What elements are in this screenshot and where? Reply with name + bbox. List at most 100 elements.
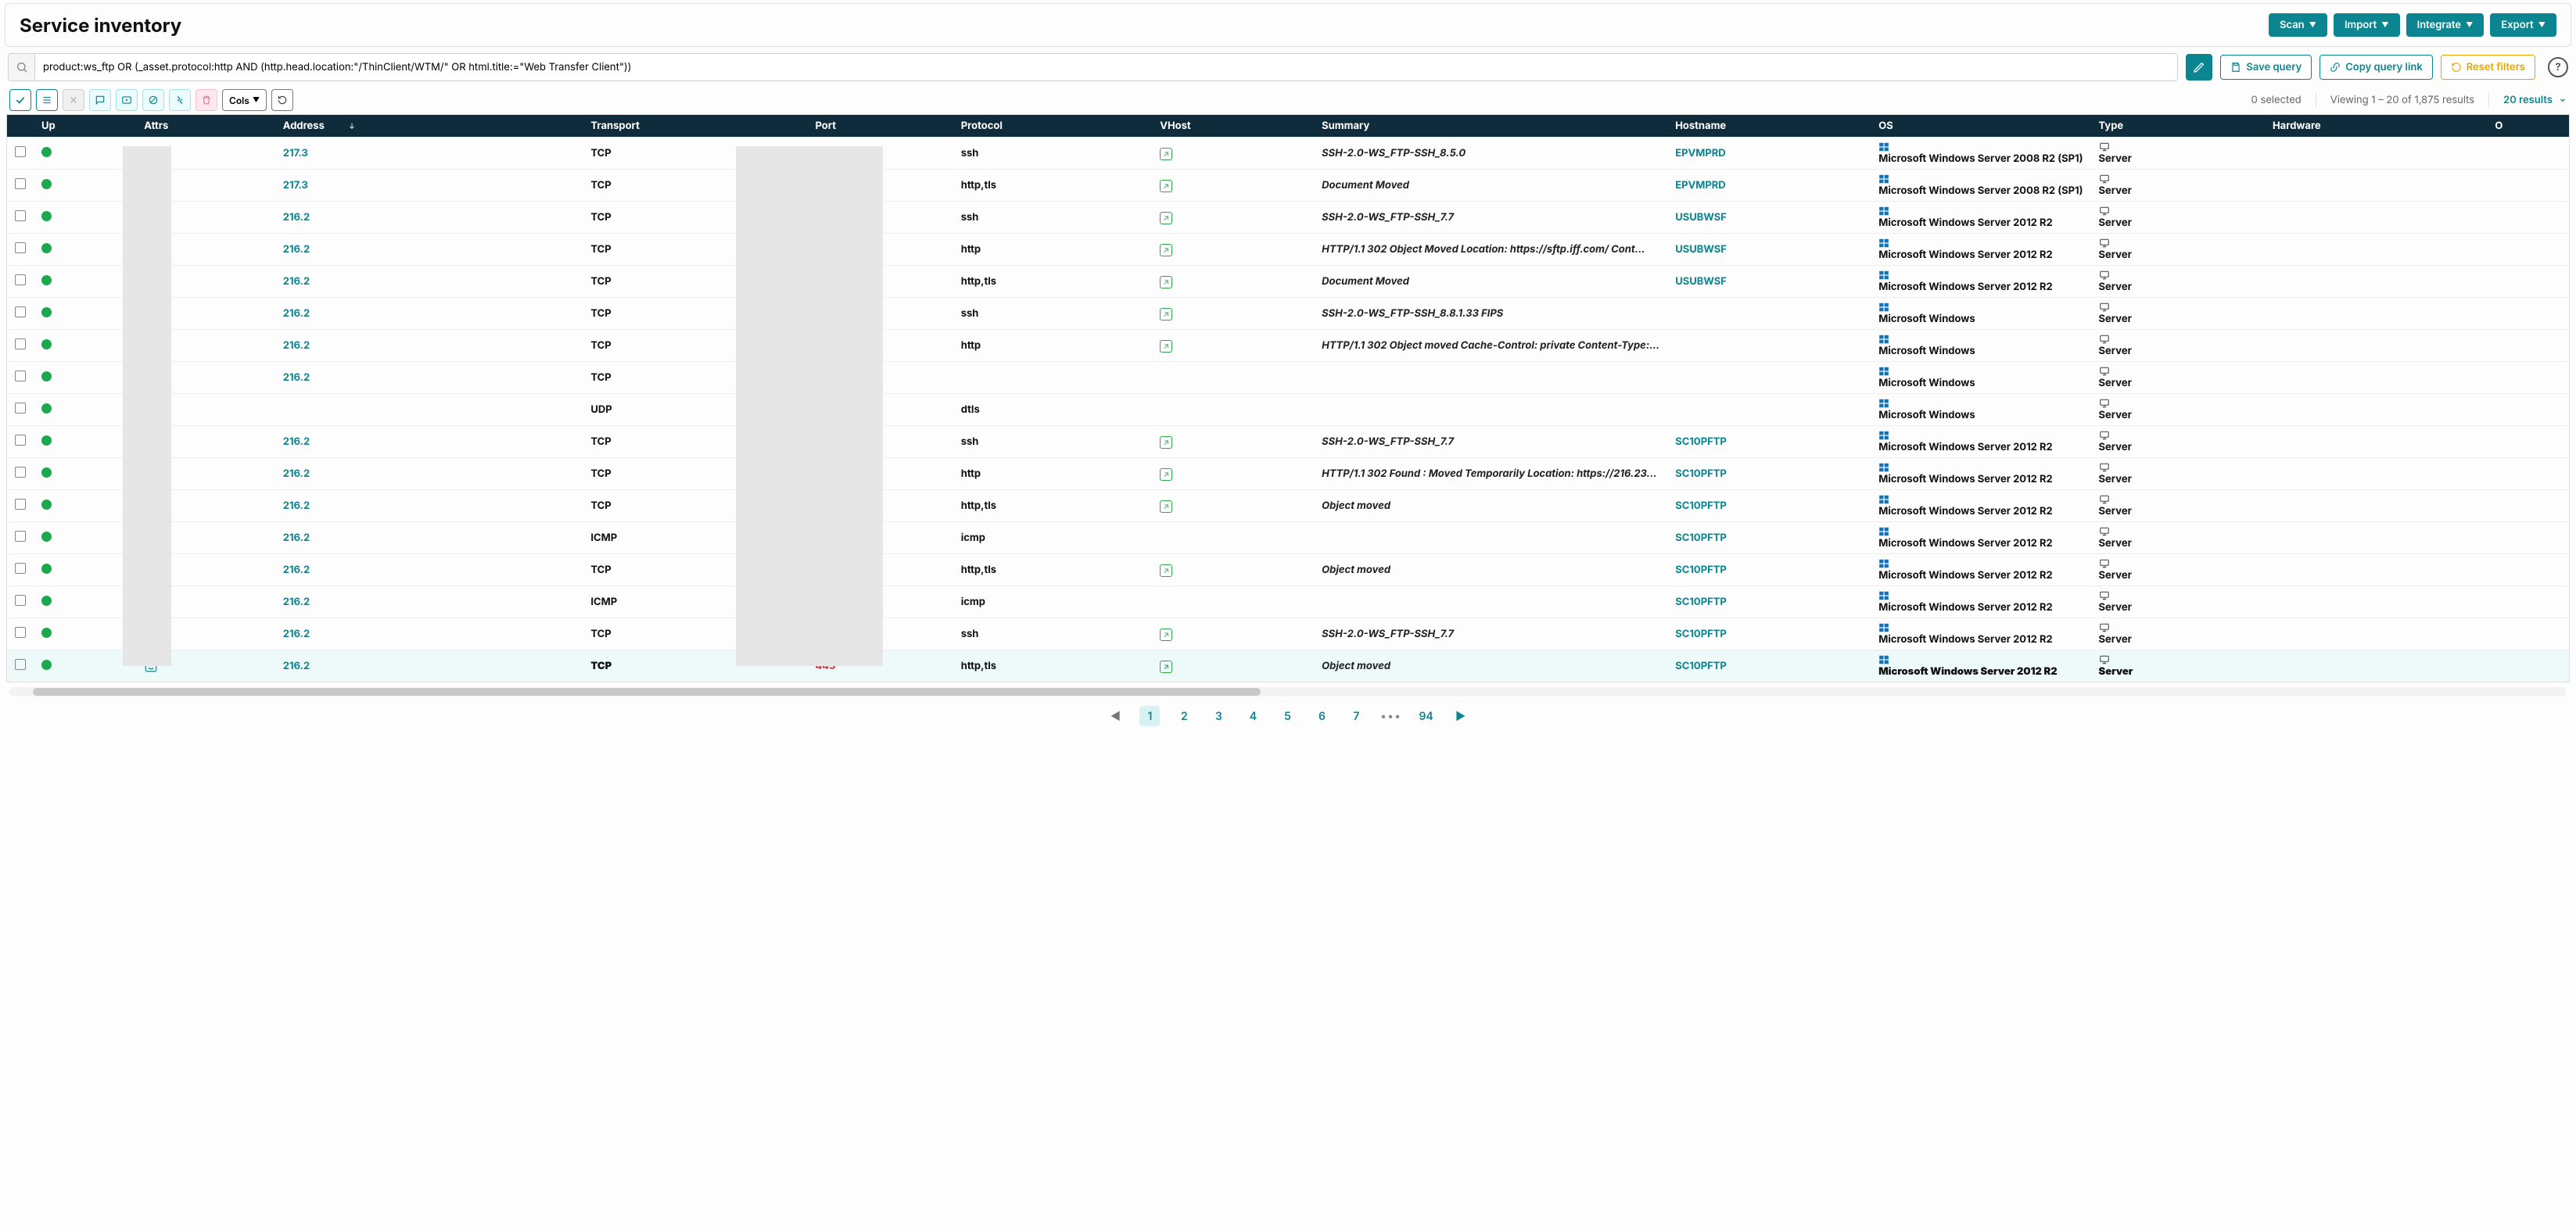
address-link[interactable]: 216.2 [283,467,310,480]
external-link-icon[interactable]: ↗ [1160,468,1172,481]
address-link[interactable]: 216.2 [283,628,310,640]
address-link[interactable]: 216.2 [283,532,310,544]
page-number[interactable]: 4 [1243,706,1263,726]
address-link[interactable]: 216.2 [283,371,310,384]
horizontal-scrollbar[interactable] [9,687,2567,697]
page-next[interactable]: ▶ [1451,706,1471,726]
hostname-link[interactable]: SC10PFTP [1675,628,1727,640]
table-row[interactable]: 216.2ICMPicmpSC10PFTP Microsoft Windows … [7,522,2569,554]
reset-filters-button[interactable]: Reset filters [2441,55,2535,80]
external-link-icon[interactable]: ↗ [1160,308,1172,321]
delete-button[interactable] [63,89,84,111]
row-checkbox[interactable] [15,595,26,606]
external-link-icon[interactable]: ↗ [1160,180,1172,192]
table-row[interactable]: 216.2TCP22ssh↗SSH-2.0-WS_FTP-SSH_8.8.1.3… [7,298,2569,330]
save-query-button[interactable]: Save query [2220,55,2312,80]
col-transport[interactable]: Transport [583,115,807,138]
page-prev[interactable]: ◀ [1105,706,1125,726]
col-protocol[interactable]: Protocol [953,115,1153,138]
page-number[interactable]: 2 [1174,706,1194,726]
address-link[interactable]: 216.2 [283,339,310,352]
scan-button[interactable]: Scan ▼ [2269,13,2327,37]
table-row[interactable]: 216.2TCP22ssh↗SSH-2.0-WS_FTP-SSH_7.7SC10… [7,426,2569,458]
external-link-icon[interactable]: ↗ [1160,500,1172,513]
col-overflow[interactable]: O [2487,115,2569,138]
col-port[interactable]: Port [807,115,953,138]
row-checkbox[interactable] [15,499,26,510]
row-checkbox[interactable] [15,146,26,157]
address-link[interactable]: 216.2 [283,596,310,608]
scrollbar-thumb[interactable] [33,688,1261,696]
external-link-icon[interactable]: ↗ [1160,340,1172,353]
address-link[interactable]: 216.2 [283,307,310,320]
external-link-icon[interactable]: ↗ [1160,629,1172,641]
page-number[interactable]: 3 [1208,706,1229,726]
external-link-icon[interactable]: ↗ [1160,148,1172,160]
address-link[interactable]: 216.2 [283,243,310,256]
table-row[interactable]: 216.2TCP443http,tls↗Object movedSC10PFTP… [7,554,2569,586]
row-checkbox[interactable] [15,659,26,670]
import-button[interactable]: Import ▼ [2334,13,2400,37]
table-row[interactable]: 216.2TCP80http↗HTTP/1.1 302 Found : Move… [7,458,2569,490]
row-checkbox[interactable] [15,467,26,478]
edit-query-button[interactable] [2186,54,2212,81]
query-input[interactable] [35,55,2177,80]
select-mode-button[interactable] [9,89,31,111]
address-link[interactable]: 216.2 [283,275,310,288]
hostname-link[interactable]: SC10PFTP [1675,660,1727,672]
col-vhost[interactable]: VHost [1152,115,1314,138]
col-hostname[interactable]: Hostname [1667,115,1871,138]
table-row[interactable]: 216.2TCP443 Microsoft Windows Server [7,362,2569,394]
table-row[interactable]: 216.2TCP80http↗HTTP/1.1 302 Object moved… [7,330,2569,362]
row-checkbox[interactable] [15,178,26,189]
external-link-icon[interactable]: ↗ [1160,212,1172,224]
rescan-button[interactable] [142,89,164,111]
address-link[interactable]: 216.2 [283,660,310,672]
hostname-link[interactable]: SC10PFTP [1675,532,1727,544]
list-mode-button[interactable] [36,89,58,111]
help-button[interactable]: ? [2548,57,2568,77]
col-type[interactable]: Type [2091,115,2265,138]
hostname-link[interactable]: SC10PFTP [1675,500,1727,512]
page-number[interactable]: 7 [1346,706,1366,726]
merge-button[interactable] [169,89,191,111]
copy-query-link-button[interactable]: Copy query link [2319,55,2433,80]
row-checkbox[interactable] [15,435,26,446]
hostname-link[interactable]: EPVMPRD [1675,147,1726,159]
trash-button[interactable] [196,89,217,111]
hostname-link[interactable]: USUBWSF [1675,275,1727,288]
hostname-link[interactable]: SC10PFTP [1675,596,1727,608]
table-row[interactable]: 216.2TCP80http↗HTTP/1.1 302 Object Moved… [7,234,2569,266]
integrate-button[interactable]: Integrate ▼ [2406,13,2485,37]
col-hardware[interactable]: Hardware [2265,115,2487,138]
page-number[interactable]: 5 [1277,706,1297,726]
row-checkbox[interactable] [15,338,26,349]
address-link[interactable]: 216.2 [283,500,310,512]
table-row[interactable]: 217.3TCP22ssh↗SSH-2.0-WS_FTP-SSH_8.5.0EP… [7,138,2569,170]
col-up[interactable]: Up [34,115,136,138]
table-row[interactable]: 216.2TCP22ssh↗SSH-2.0-WS_FTP-SSH_7.7SC10… [7,618,2569,650]
hostname-link[interactable]: USUBWSF [1675,211,1727,224]
row-checkbox[interactable] [15,210,26,221]
page-number[interactable]: 1 [1139,706,1160,726]
external-link-icon[interactable]: ↗ [1160,661,1172,673]
table-row[interactable]: 216.2ICMPicmpSC10PFTP Microsoft Windows … [7,586,2569,618]
row-checkbox[interactable] [15,274,26,285]
row-checkbox[interactable] [15,242,26,253]
row-checkbox[interactable] [15,306,26,317]
row-checkbox[interactable] [15,531,26,542]
results-per-page[interactable]: 20 results [2503,94,2567,106]
address-link[interactable]: 216.2 [283,564,310,576]
address-link[interactable]: 217.3 [283,179,308,192]
page-number[interactable]: 6 [1311,706,1332,726]
col-attrs[interactable]: Attrs [136,115,275,138]
hostname-link[interactable]: EPVMPRD [1675,179,1726,192]
hostname-link[interactable]: USUBWSF [1675,243,1727,256]
table-row[interactable]: 216.2TCP443http,tls↗Document MovedUSUBWS… [7,266,2569,298]
comment-button[interactable] [89,89,111,111]
address-link[interactable]: 217.3 [283,147,308,159]
col-os[interactable]: OS [1871,115,2090,138]
hostname-link[interactable]: SC10PFTP [1675,564,1727,576]
columns-button[interactable]: Cols ▼ [222,89,267,111]
col-summary[interactable]: Summary [1314,115,1667,138]
